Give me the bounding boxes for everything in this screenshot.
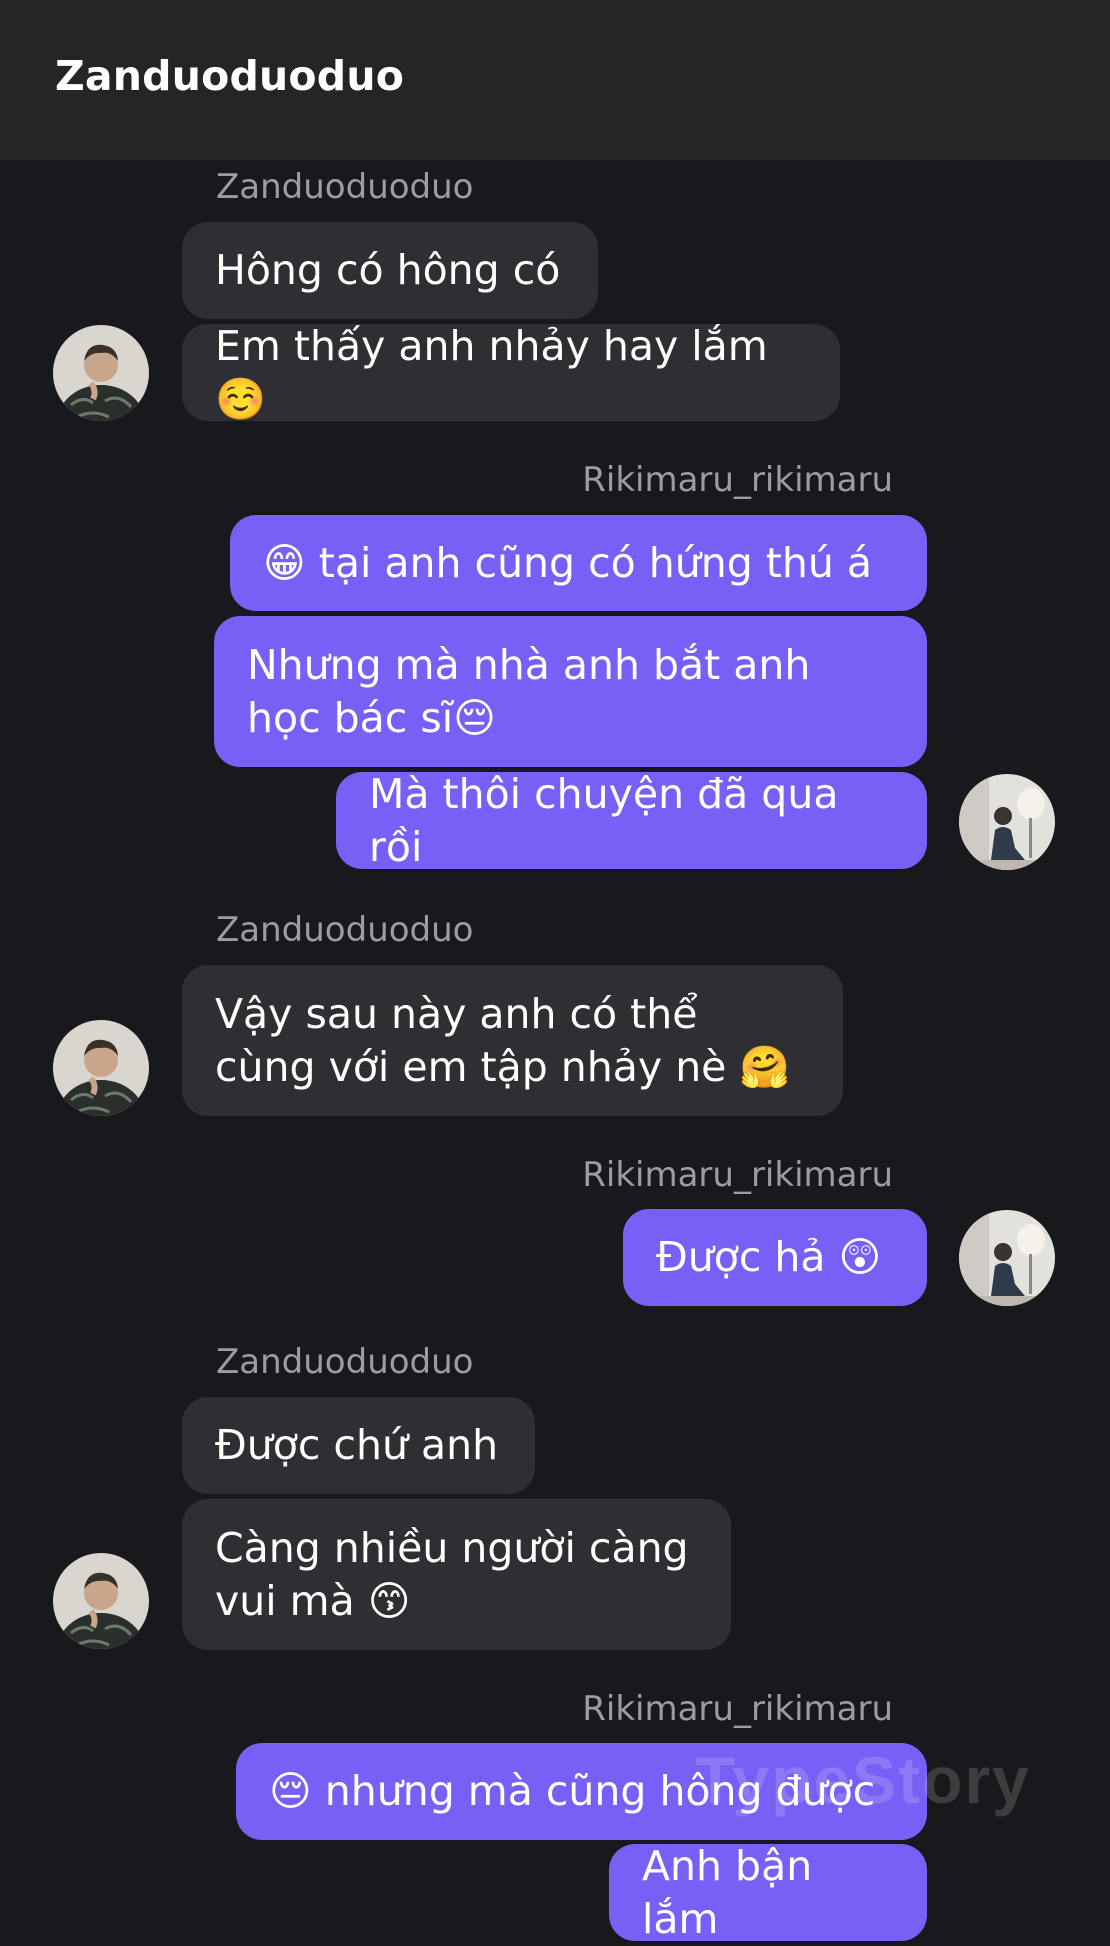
user-avatar[interactable] bbox=[959, 774, 1055, 870]
contact-avatar[interactable] bbox=[53, 325, 149, 421]
user-avatar[interactable] bbox=[959, 1210, 1055, 1306]
sender-name: Rikimaru_rikimaru bbox=[582, 460, 893, 500]
message-bubble-outgoing[interactable]: Được hả 😲 bbox=[623, 1209, 927, 1306]
message-bubble-incoming[interactable]: Em thấy anh nhảy hay lắm☺️ bbox=[182, 322, 840, 423]
message-list[interactable]: Zanduoduoduo Hông có hông có Em thấy anh… bbox=[0, 160, 1110, 1943]
sender-name: Rikimaru_rikimaru bbox=[582, 1155, 893, 1195]
message-bubble-incoming[interactable]: Càng nhiều người càng vui mà 😙 bbox=[182, 1499, 731, 1650]
sender-name: Zanduoduoduo bbox=[216, 1342, 474, 1382]
message-bubble-outgoing[interactable]: Mà thôi chuyện đã qua rồi bbox=[336, 770, 927, 871]
sender-name: Rikimaru_rikimaru bbox=[582, 1689, 893, 1729]
sender-name: Zanduoduoduo bbox=[216, 167, 474, 207]
message-bubble-incoming[interactable]: Hông có hông có bbox=[182, 222, 598, 319]
message-bubble-outgoing[interactable]: Nhưng mà nhà anh bắt anh học bác sĩ😔 bbox=[214, 616, 927, 767]
contact-avatar[interactable] bbox=[53, 1553, 149, 1649]
message-bubble-incoming[interactable]: Vậy sau này anh có thể cùng với em tập n… bbox=[182, 965, 843, 1116]
message-bubble-outgoing[interactable]: Anh bận lắm bbox=[609, 1842, 927, 1943]
chat-title: Zanduoduoduo bbox=[55, 52, 405, 100]
chat-header: Zanduoduoduo bbox=[0, 0, 1110, 160]
contact-avatar[interactable] bbox=[53, 1020, 149, 1116]
message-bubble-outgoing[interactable]: 😁 tại anh cũng có hứng thú á bbox=[230, 515, 927, 611]
sender-name: Zanduoduoduo bbox=[216, 910, 474, 950]
message-bubble-outgoing[interactable]: 😔 nhưng mà cũng hông được bbox=[236, 1743, 927, 1840]
message-bubble-incoming[interactable]: Được chứ anh bbox=[182, 1397, 535, 1494]
